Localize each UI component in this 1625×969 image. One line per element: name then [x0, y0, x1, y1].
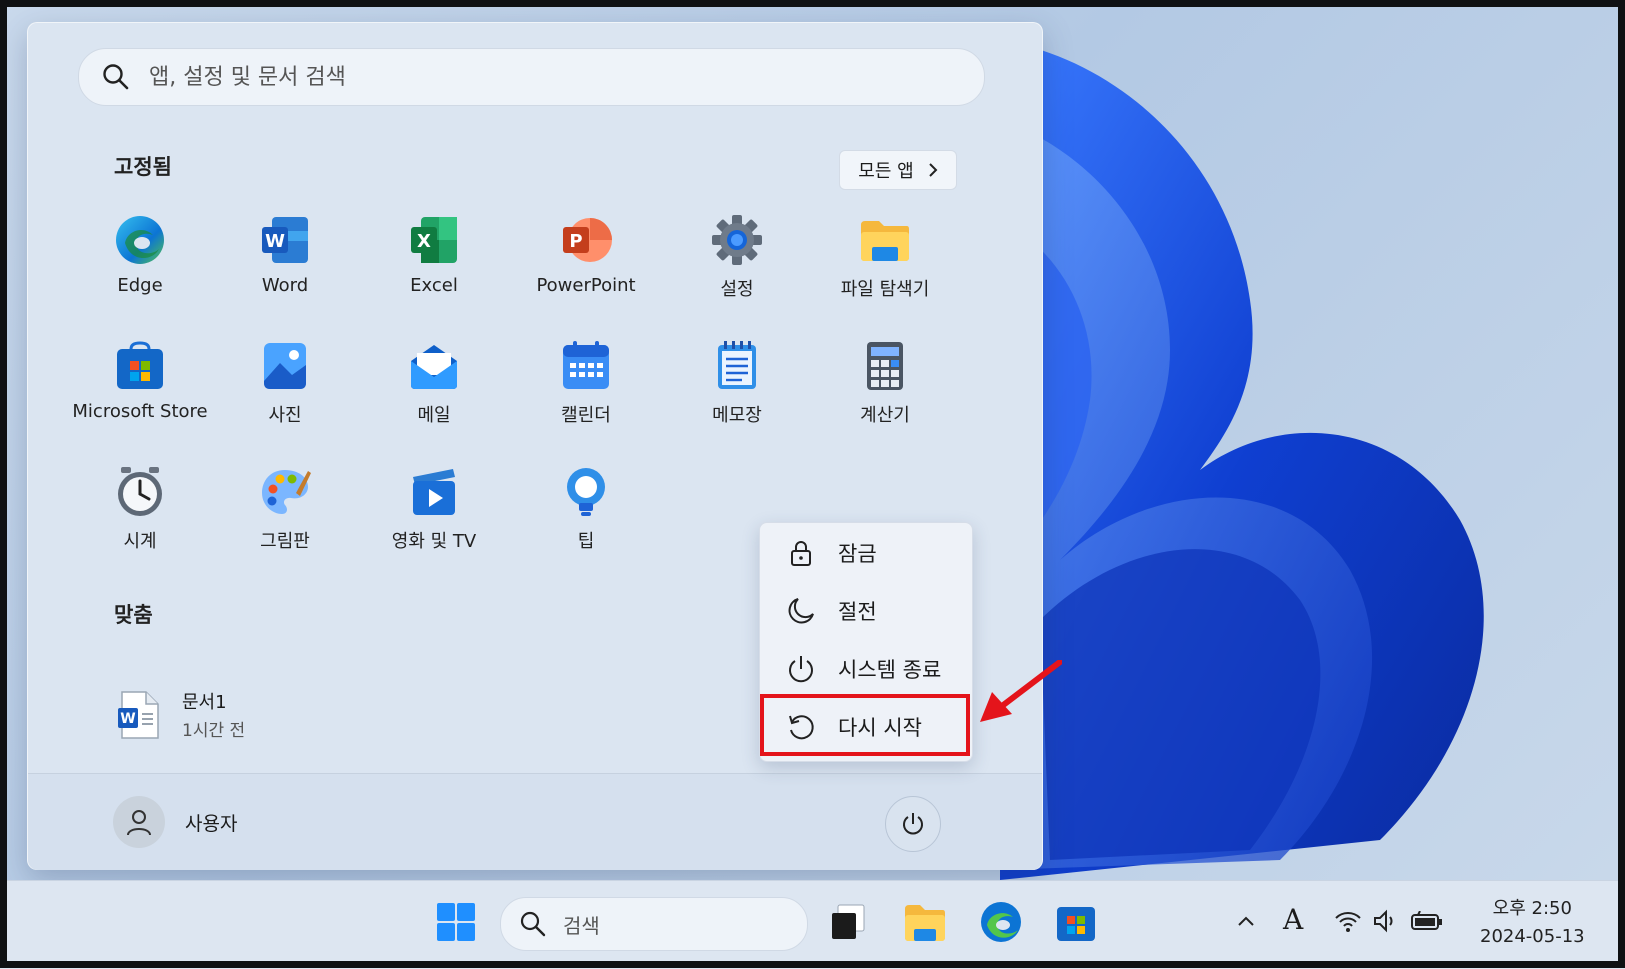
app-microsoft-store[interactable]: Microsoft Store — [65, 339, 215, 422]
powerpoint-icon: P — [563, 218, 612, 262]
app-settings[interactable]: 설정 — [662, 213, 812, 301]
calendar-icon — [563, 341, 609, 389]
power-menu-label: 시스템 종료 — [838, 658, 942, 682]
all-apps-button[interactable]: 모든 앱 — [839, 150, 957, 190]
red-arrow-icon — [980, 660, 1062, 722]
app-label: 메일 — [417, 405, 451, 426]
app-calendar[interactable]: 캘린더 — [511, 339, 661, 427]
svg-text:W: W — [120, 711, 135, 727]
all-apps-label: 모든 앱 — [858, 161, 914, 182]
power-menu-sleep[interactable]: 절전 — [760, 583, 972, 639]
app-label: 그림판 — [260, 531, 310, 552]
recommended-section-title: 맞춤 — [114, 603, 153, 627]
app-label: 영화 및 TV — [391, 531, 477, 552]
taskbar-search-label: 검색 — [563, 913, 600, 938]
app-label: 시계 — [123, 531, 157, 552]
word-icon: W — [262, 217, 308, 263]
app-label: 캘린더 — [561, 405, 611, 426]
avatar — [113, 796, 165, 848]
edge-icon[interactable] — [978, 899, 1024, 945]
app-tips[interactable]: 팁 — [511, 465, 661, 553]
taskbar: 검색 A 오후 2:50 2024-05-13 — [0, 880, 1625, 969]
search-icon — [520, 911, 546, 937]
photos-icon — [264, 343, 306, 389]
recommended-item-time: 1시간 전 — [182, 721, 246, 741]
app-notepad[interactable]: 메모장 — [662, 339, 812, 427]
app-label: 사진 — [268, 405, 302, 426]
restart-highlight-box — [760, 694, 970, 756]
user-name: 사용자 — [185, 812, 238, 835]
app-edge[interactable]: Edge — [65, 213, 215, 296]
system-clock[interactable]: 오후 2:50 2024-05-13 — [1480, 895, 1585, 951]
chevron-right-icon — [928, 163, 938, 177]
excel-icon: X — [411, 217, 457, 263]
app-label: 설정 — [720, 279, 754, 300]
app-label: Edge — [117, 275, 163, 296]
gear-icon — [712, 215, 762, 265]
start-footer: 사용자 — [28, 773, 1042, 870]
input-indicator[interactable]: A — [1283, 903, 1303, 936]
svg-text:W: W — [265, 231, 285, 252]
clock-time: 오후 2:50 — [1492, 898, 1572, 919]
app-excel[interactable]: X Excel — [359, 213, 509, 296]
app-clock[interactable]: 시계 — [65, 465, 215, 553]
mail-icon — [411, 345, 457, 389]
app-label: 계산기 — [860, 405, 910, 426]
user-account[interactable]: 사용자 — [113, 796, 237, 848]
start-search-box[interactable] — [78, 48, 985, 106]
notepad-icon — [718, 341, 756, 389]
folder-icon — [861, 221, 909, 261]
power-menu-label: 절전 — [838, 600, 877, 624]
app-label: Word — [261, 275, 309, 296]
store-icon[interactable] — [1053, 899, 1099, 945]
power-icon — [789, 656, 813, 683]
chevron-up-icon[interactable] — [1236, 913, 1256, 929]
app-label: 파일 탐색기 — [840, 279, 930, 300]
app-file-explorer[interactable]: 파일 탐색기 — [810, 213, 960, 301]
search-icon — [103, 64, 129, 90]
lock-icon — [791, 541, 811, 566]
app-word[interactable]: W Word — [210, 213, 360, 296]
wifi-icon[interactable] — [1334, 909, 1362, 933]
movies-tv-icon — [413, 469, 455, 515]
pinned-section-title: 고정됨 — [114, 155, 172, 179]
battery-charging-icon[interactable] — [1410, 911, 1444, 933]
recommended-item-name: 문서1 — [182, 692, 227, 713]
app-label: 메모장 — [712, 405, 762, 426]
store-icon — [117, 341, 163, 389]
task-view-icon[interactable] — [826, 899, 872, 945]
taskbar-search[interactable]: 검색 — [500, 897, 808, 951]
power-button[interactable] — [885, 796, 941, 852]
clock-icon — [118, 467, 162, 516]
calculator-icon — [867, 342, 903, 390]
app-calculator[interactable]: 계산기 — [810, 339, 960, 427]
start-search-input[interactable] — [147, 63, 931, 91]
app-powerpoint[interactable]: P PowerPoint — [511, 213, 661, 296]
power-icon — [903, 813, 923, 835]
user-icon — [127, 810, 151, 836]
app-photos[interactable]: 사진 — [210, 339, 360, 427]
folder-icon[interactable] — [902, 899, 948, 945]
app-label: Microsoft Store — [72, 401, 208, 422]
app-label: 팁 — [577, 531, 595, 552]
recommended-item[interactable]: W 문서1 1시간 전 — [116, 688, 245, 741]
lightbulb-icon — [567, 468, 605, 516]
power-menu-label: 잠금 — [838, 542, 877, 566]
volume-icon[interactable] — [1372, 909, 1398, 933]
app-paint[interactable]: 그림판 — [210, 465, 360, 553]
app-label: Excel — [410, 275, 458, 296]
sleep-moon-icon — [788, 598, 814, 624]
power-menu-shutdown[interactable]: 시스템 종료 — [760, 641, 972, 697]
svg-text:P: P — [569, 231, 582, 252]
app-label: PowerPoint — [536, 275, 636, 296]
app-mail[interactable]: 메일 — [359, 339, 509, 427]
app-movies-tv[interactable]: 영화 및 TV — [359, 465, 509, 553]
paint-palette-icon — [262, 470, 311, 514]
word-document-icon: W — [118, 690, 159, 739]
power-menu-lock[interactable]: 잠금 — [760, 525, 972, 581]
clock-date: 2024-05-13 — [1480, 926, 1585, 947]
edge-icon — [116, 216, 164, 264]
windows-start-icon[interactable] — [433, 899, 479, 945]
svg-text:X: X — [417, 231, 431, 252]
